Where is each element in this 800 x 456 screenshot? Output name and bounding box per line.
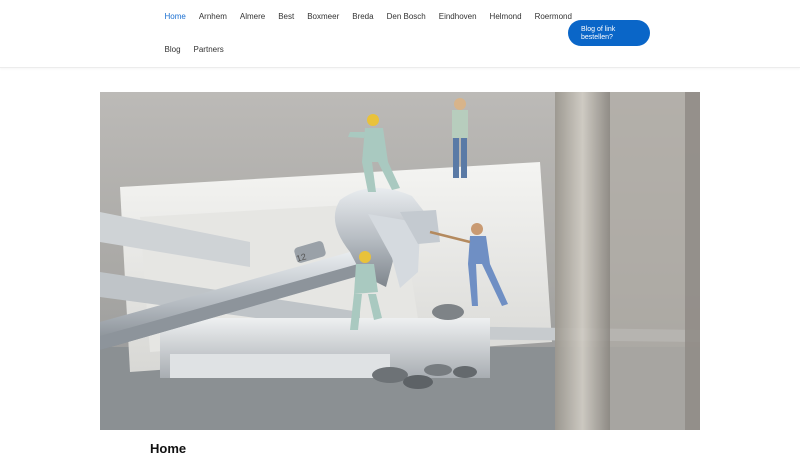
nav-almere[interactable]: Almere <box>233 12 271 21</box>
nav-breda[interactable]: Breda <box>346 12 380 21</box>
order-blog-link-button[interactable]: Blog of link bestellen? <box>568 20 650 46</box>
nav-den-bosch[interactable]: Den Bosch <box>380 12 432 21</box>
nav-eindhoven[interactable]: Eindhoven <box>432 12 483 21</box>
cta-line-2: bestellen? <box>581 34 613 41</box>
cta-line-1: Blog of link <box>581 26 616 33</box>
hero-image: 12 <box>100 92 700 430</box>
nav-helmond[interactable]: Helmond <box>483 12 528 21</box>
wrench-workers-illustration: 12 <box>100 92 700 430</box>
page-title: Home <box>150 441 187 456</box>
nav-home[interactable]: Home <box>158 12 192 21</box>
nav-partners[interactable]: Partners <box>187 45 230 54</box>
nav-row-1: Home Arnhem Almere Best Boxmeer Breda De… <box>158 0 578 33</box>
nav-blog[interactable]: Blog <box>158 45 187 54</box>
nav-row-2: Blog Partners <box>158 33 230 66</box>
nav-boxmeer[interactable]: Boxmeer <box>301 12 346 21</box>
site-header: Home Arnhem Almere Best Boxmeer Breda De… <box>0 0 800 68</box>
nav-roermond[interactable]: Roermond <box>528 12 578 21</box>
nav-arnhem[interactable]: Arnhem <box>192 12 233 21</box>
nav-best[interactable]: Best <box>272 12 301 21</box>
